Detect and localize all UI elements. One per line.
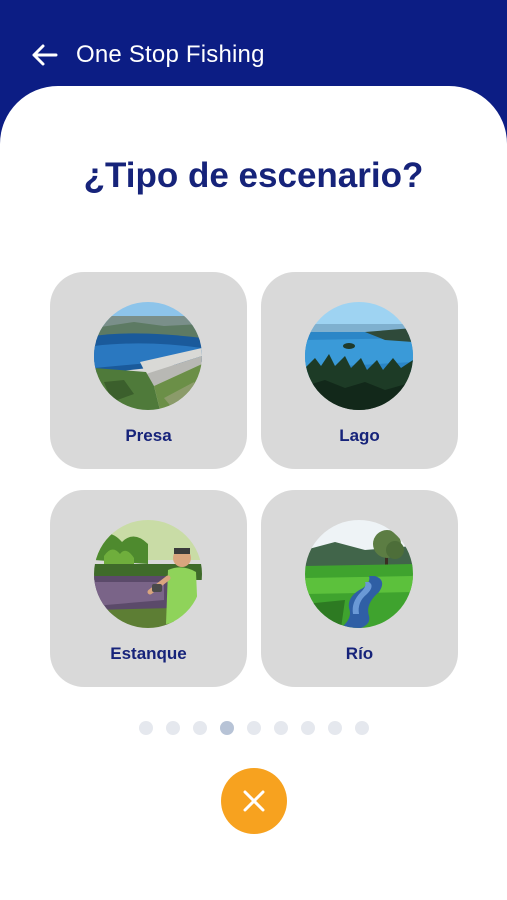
page-dot[interactable] [327,721,342,735]
river-photo [305,520,413,628]
close-icon [243,790,265,812]
page-dot[interactable] [300,721,315,735]
page-dot[interactable] [165,721,180,735]
option-card-lago[interactable]: Lago [261,272,458,469]
page-dot[interactable] [138,721,153,735]
option-label: Lago [339,426,380,445]
page-dot[interactable] [273,721,288,735]
arrow-left-icon [32,44,58,66]
page-title: ¿Tipo de escenario? [83,156,424,195]
option-label: Estanque [110,644,187,663]
page-dot-active[interactable] [219,721,234,735]
pond-angler-photo [94,520,202,628]
option-label: Presa [125,426,172,445]
back-button[interactable] [28,40,60,70]
dam-photo [94,302,202,410]
close-button[interactable] [221,768,287,834]
option-card-estanque[interactable]: Estanque [50,490,247,687]
app-title: One Stop Fishing [76,41,265,68]
lake-photo [305,302,413,410]
page-dot[interactable] [354,721,369,735]
option-label: Río [345,644,374,663]
option-card-presa[interactable]: Presa [50,272,247,469]
page-dot[interactable] [246,721,261,735]
option-card-rio[interactable]: Río [261,490,458,687]
page-indicator [0,721,507,737]
page-dot[interactable] [192,721,207,735]
